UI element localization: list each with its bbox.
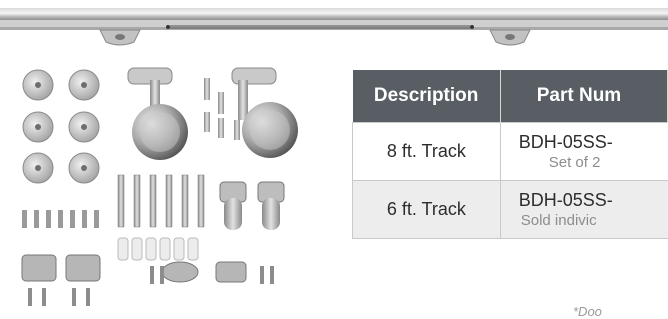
table-header-row: Description Part Num — [352, 70, 668, 123]
column-header-part-number: Part Num — [500, 70, 668, 123]
description-cell: 6 ft. Track — [352, 180, 501, 239]
table-row: 6 ft. Track BDH-05SS- Sold indivic — [352, 180, 668, 239]
part-number: BDH-05SS- — [518, 189, 613, 210]
part-number-cell: BDH-05SS- Sold indivic — [499, 180, 668, 239]
table-row: 8 ft. Track BDH-05SS- Set of 2 — [352, 122, 668, 181]
part-note: Set of 2 — [548, 153, 601, 171]
barn-door-track-image — [0, 8, 668, 46]
spec-table: Description Part Num 8 ft. Track BDH-05S… — [352, 70, 668, 239]
column-header-description: Description — [352, 70, 501, 123]
footnote: *Doo — [573, 304, 602, 319]
part-number: BDH-05SS- — [518, 131, 613, 152]
part-note: Sold indivic — [520, 211, 597, 229]
description-cell: 8 ft. Track — [352, 122, 501, 181]
part-number-cell: BDH-05SS- Set of 2 — [499, 122, 668, 181]
